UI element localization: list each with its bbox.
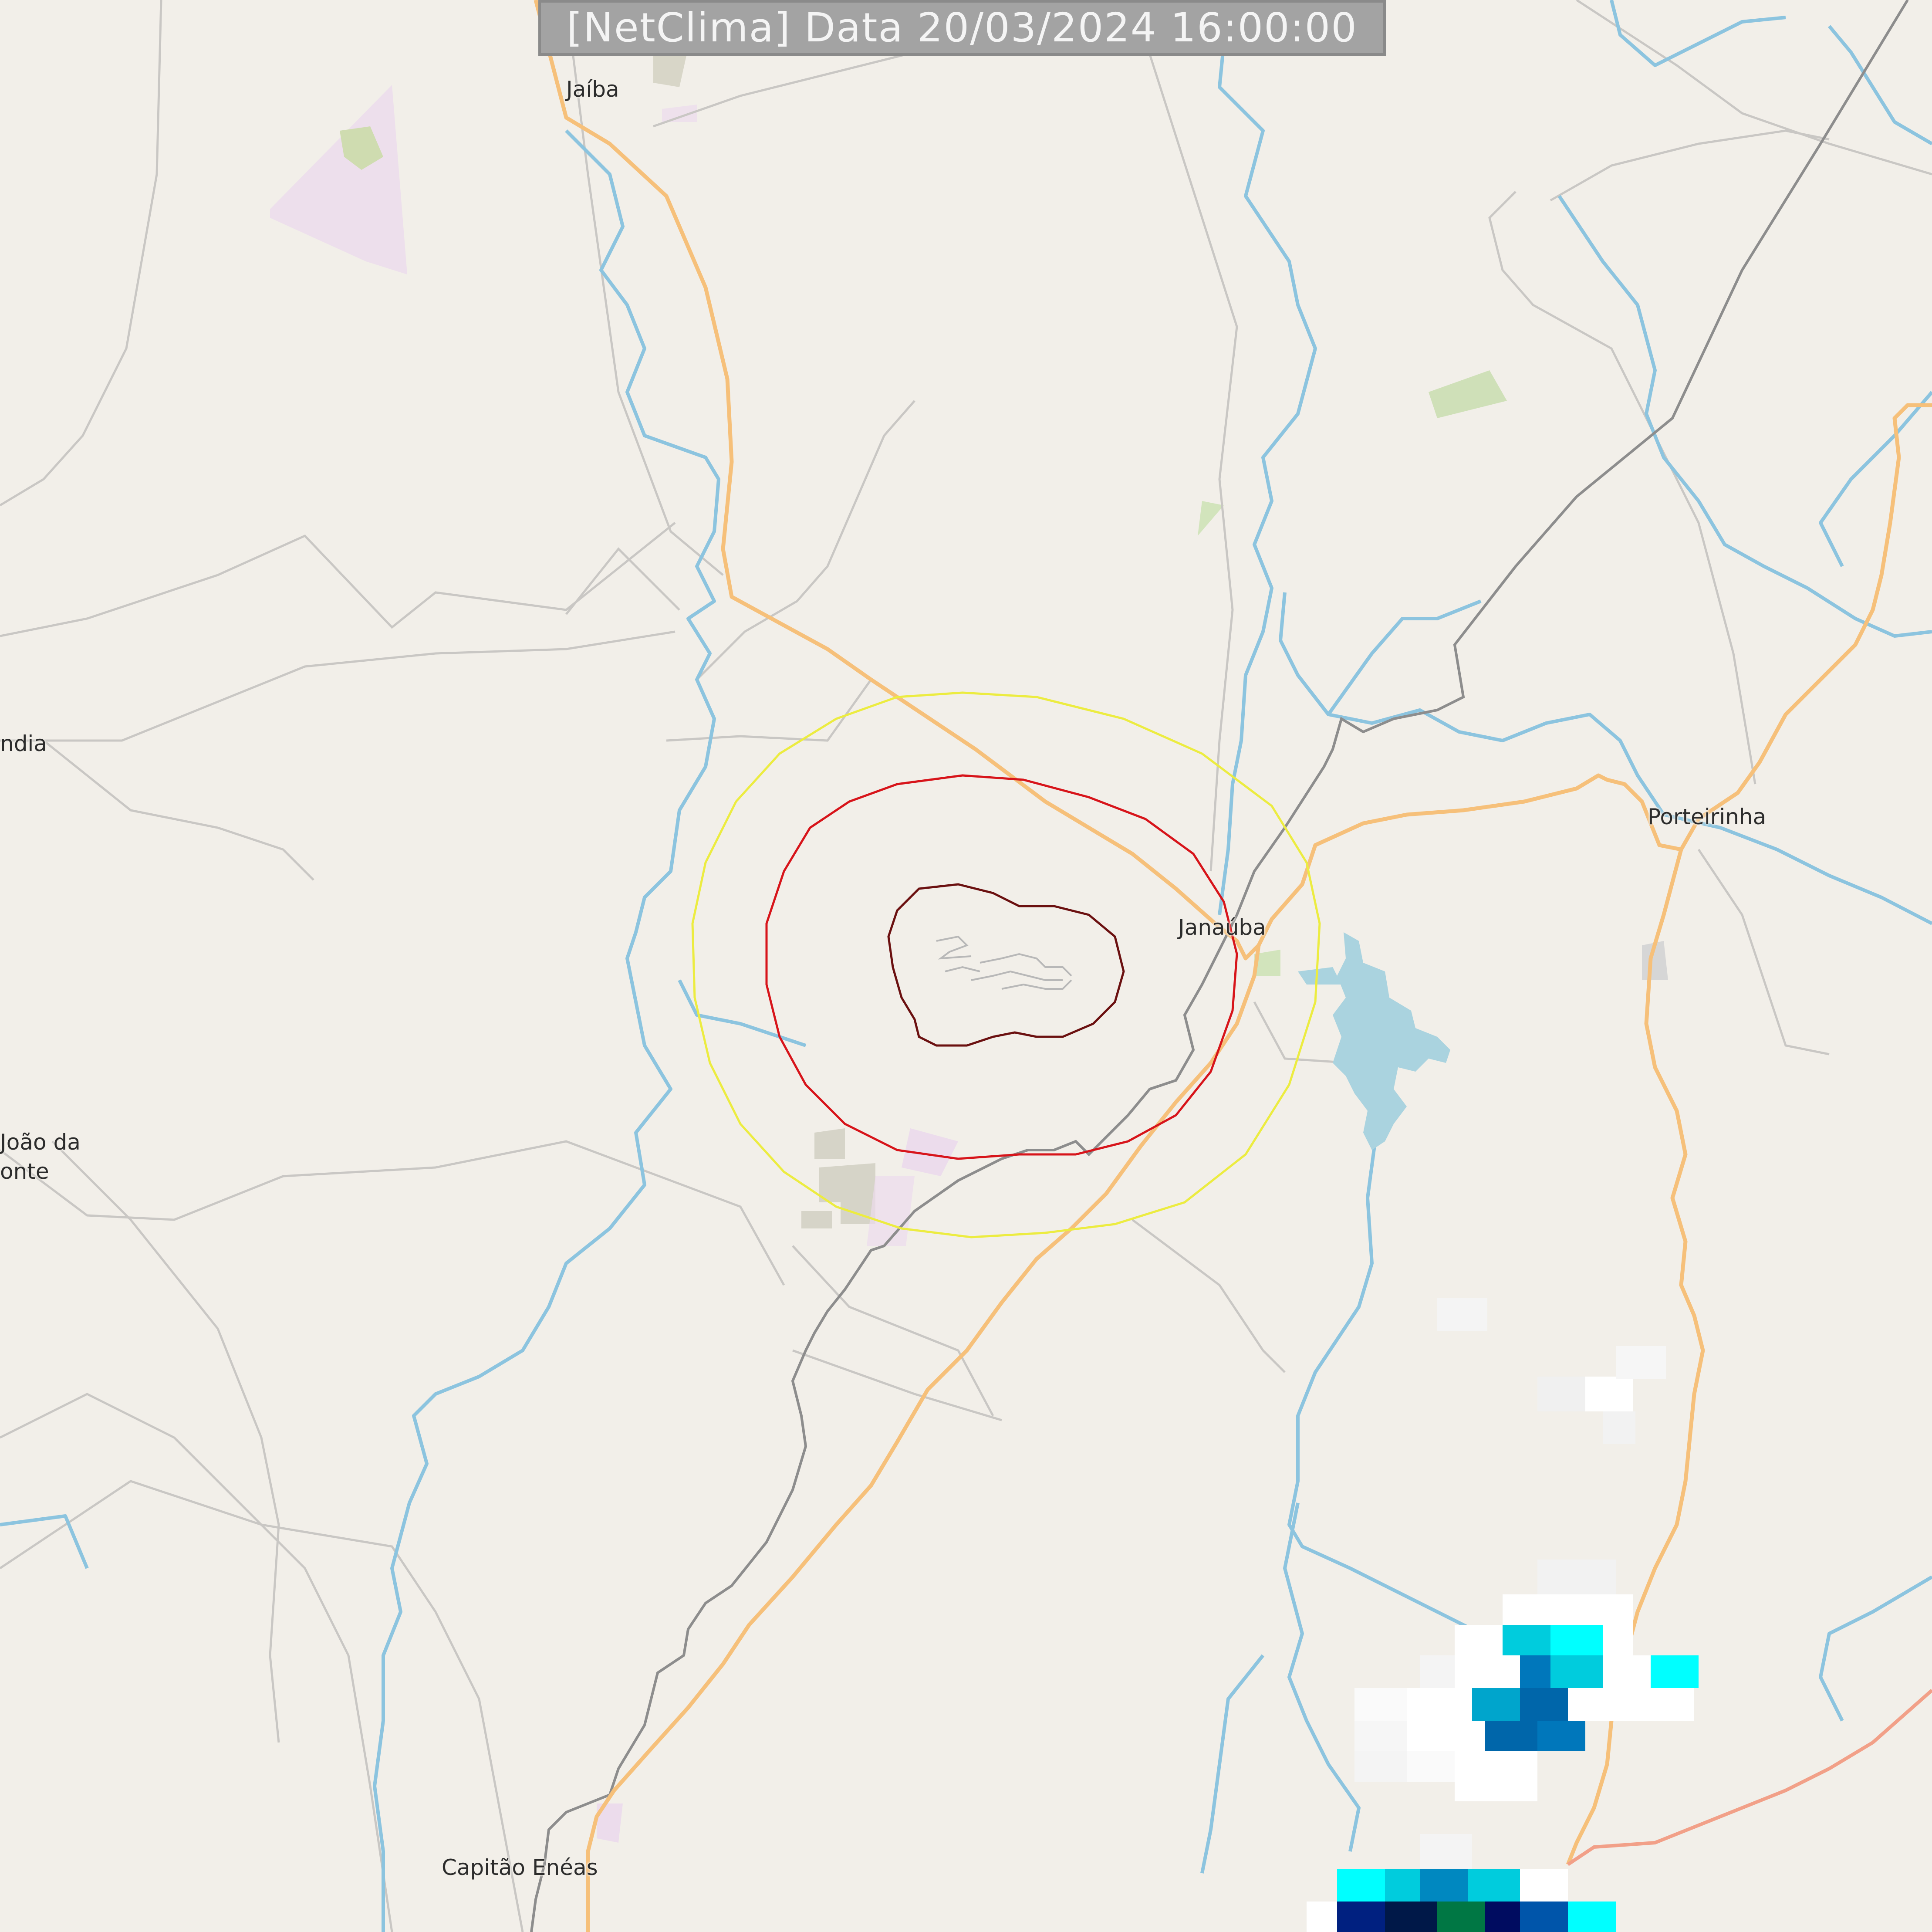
place-label-porteirinha: Porteirinha — [1648, 804, 1766, 829]
place-label-capitao-eneas: Capitão Enéas — [442, 1855, 598, 1880]
page-title: [NetClima] Data 20/03/2024 16:00:00 — [567, 4, 1358, 51]
place-label-left-lower-2: onte — [0, 1159, 49, 1184]
place-label-janauba: Janaúba — [1178, 915, 1266, 940]
title-banner: [NetClima] Data 20/03/2024 16:00:00 — [538, 0, 1386, 56]
place-label-left-lower-1: João da — [0, 1130, 81, 1155]
place-label-left-upper: ndia — [0, 731, 47, 756]
map-canvas[interactable] — [0, 0, 1932, 1932]
place-label-jaiba: Jaíba — [566, 77, 619, 102]
